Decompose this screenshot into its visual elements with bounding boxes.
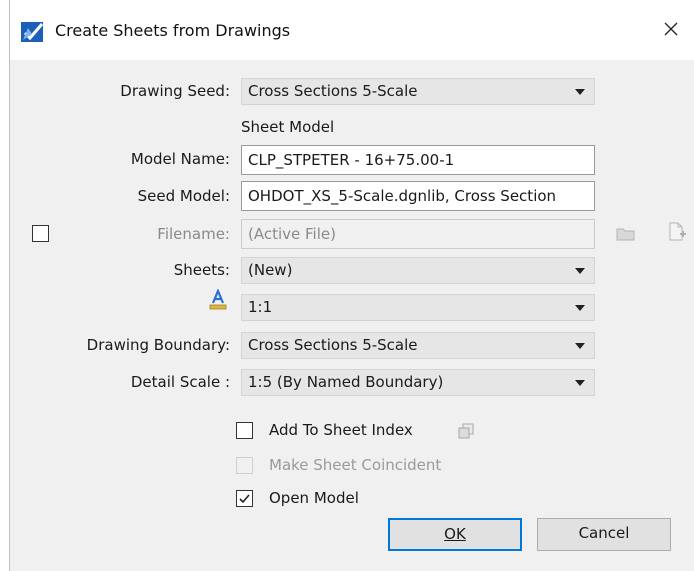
chevron-down-icon [575,89,585,95]
chevron-down-icon [575,380,585,386]
new-file-icon[interactable] [667,221,687,243]
detail-scale-value: 1:5 (By Named Boundary) [248,373,444,391]
sheet-model-heading: Sheet Model [241,118,335,136]
make-sheet-coincident-label: Make Sheet Coincident [269,456,442,474]
checkmark-icon [239,494,250,504]
model-name-label: Model Name: [130,150,230,168]
seed-model-input[interactable]: OHDOT_XS_5-Scale.dgnlib, Cross Section [241,181,595,211]
annotation-scale-dropdown[interactable]: 1:1 [241,294,595,321]
drawing-boundary-value: Cross Sections 5-Scale [248,336,418,354]
drawing-boundary-dropdown[interactable]: Cross Sections 5-Scale [241,332,595,359]
title-bar: Create Sheets from Drawings [10,0,694,60]
ok-button[interactable]: OK [388,518,522,551]
add-to-sheet-index-label: Add To Sheet Index [269,421,413,439]
drawing-seed-dropdown[interactable]: Cross Sections 5-Scale [241,78,595,105]
chevron-down-icon [575,305,585,311]
open-model-checkbox[interactable] [236,490,253,507]
filename-input[interactable]: (Active File) [241,219,595,249]
filename-label: Filename: [157,225,230,243]
detail-scale-label: Detail Scale : [130,373,230,391]
cancel-button[interactable]: Cancel [537,518,671,551]
ok-button-label: OK [444,525,466,543]
window-title: Create Sheets from Drawings [55,21,291,40]
add-to-sheet-index-checkbox[interactable] [236,422,253,439]
make-sheet-coincident-checkbox[interactable] [236,457,253,474]
cancel-button-label: Cancel [578,524,630,542]
create-sheets-dialog: Create Sheets from Drawings Drawing Seed… [9,0,694,571]
annotation-scale-icon [209,289,227,310]
seed-model-label: Seed Model: [137,187,230,205]
drawing-seed-label: Drawing Seed: [120,82,230,100]
drawing-seed-value: Cross Sections 5-Scale [248,82,418,100]
drawing-boundary-label: Drawing Boundary: [86,336,230,354]
model-name-input[interactable]: CLP_STPETER - 16+75.00-1 [241,145,595,175]
app-logo-icon [21,22,44,42]
open-model-label: Open Model [269,489,359,507]
close-icon[interactable] [661,19,681,39]
sheets-dropdown[interactable]: (New) [241,257,595,284]
sheets-label: Sheets: [173,261,230,279]
detail-scale-dropdown[interactable]: 1:5 (By Named Boundary) [241,369,595,396]
sheet-index-icon[interactable] [457,422,475,440]
annotation-scale-value: 1:1 [248,298,273,316]
folder-icon[interactable] [615,224,637,242]
chevron-down-icon [575,343,585,349]
chevron-down-icon [575,268,585,274]
sheets-value: (New) [248,261,293,279]
